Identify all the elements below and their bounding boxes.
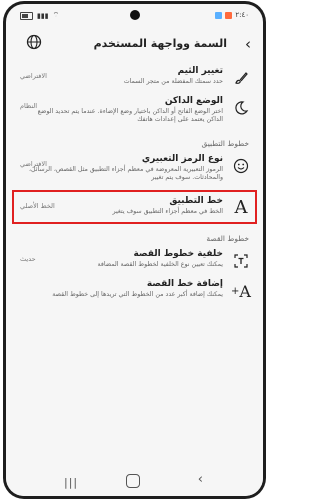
- setting-desc: يمكنك إضافة أكبر عدد من الخطوط التي تريد…: [52, 291, 223, 299]
- front-camera: [130, 10, 140, 20]
- status-bar: ▮▮▮ ⌔ ٢:٤٠: [6, 4, 263, 26]
- back-button[interactable]: ‹: [245, 35, 251, 53]
- moon-icon: [231, 98, 251, 118]
- setting-item-add-story-font[interactable]: A + إضافة خط القصة يمكنك إضافة أكبر عدد م…: [6, 275, 263, 305]
- emoji-icon: [231, 156, 251, 176]
- status-right: ٢:٤٠: [215, 11, 249, 19]
- status-time: ٢:٤٠: [235, 11, 249, 19]
- globe-icon[interactable]: [26, 34, 42, 54]
- add-font-icon: A +: [231, 281, 251, 301]
- home-button[interactable]: [126, 474, 140, 488]
- phone-screen: ▮▮▮ ⌔ ٢:٤٠ ‹ السمة وواجهة المستخدم تغيير…: [6, 4, 263, 496]
- setting-value: الافتراضي: [20, 72, 47, 80]
- status-left: ▮▮▮ ⌔: [20, 11, 59, 20]
- brush-icon: [231, 68, 251, 88]
- setting-value: الخط الأصلي: [20, 201, 55, 210]
- page-title: السمة وواجهة المستخدم: [93, 37, 227, 50]
- setting-item-dark-mode[interactable]: الوضع الداكن اختر الوضع الفاتح أو الداكن…: [6, 92, 263, 130]
- setting-item-theme[interactable]: تغيير الثيم حدد سمتك المفضلة من متجر الس…: [6, 62, 263, 92]
- setting-title: نوع الرمز التعبيري: [141, 153, 223, 164]
- font-icon: A: [234, 197, 248, 219]
- setting-value: حديث: [20, 255, 36, 264]
- notification-icon-2: [225, 11, 233, 19]
- setting-desc: الرموز التعبيرية المعروضة في معظم أجزاء …: [28, 165, 223, 181]
- setting-desc: الخط في معظم أجزاء التطبيق سوف يتغير: [112, 207, 223, 215]
- nav-back-button[interactable]: ‹: [198, 472, 203, 487]
- recent-apps-button[interactable]: |||: [64, 476, 78, 489]
- setting-item-app-font[interactable]: A خط التطبيق الخط في معظم أجزاء التطبيق …: [12, 189, 257, 225]
- text-box-icon: [231, 251, 251, 271]
- section-story-font: خطوط القصة: [206, 234, 249, 244]
- setting-title: تغيير الثيم: [177, 66, 223, 76]
- signal-icon: ▮▮▮: [37, 11, 49, 20]
- section-app-font: خطوط التطبيق: [201, 138, 249, 148]
- navigation-bar: ||| ‹: [6, 466, 263, 496]
- setting-value: النظام: [20, 102, 38, 111]
- setting-title: إضافة خط القصة: [146, 279, 223, 290]
- setting-value: الافتراضي: [20, 159, 47, 168]
- header: ‹ السمة وواجهة المستخدم: [6, 26, 263, 62]
- wifi-icon: ⌔: [52, 11, 60, 19]
- setting-desc: يمكنك تعيين نوع الخلفية لخطوط القصة المض…: [97, 261, 223, 269]
- notification-icon: [215, 11, 223, 19]
- setting-desc: حدد سمتك المفضلة من متجر السمات: [123, 78, 223, 85]
- setting-title: خط التطبيق: [169, 195, 223, 206]
- setting-item-story-font-bg[interactable]: خلفية خطوط القصة يمكنك تعيين نوع الخلفية…: [6, 245, 263, 275]
- setting-title: الوضع الداكن: [164, 96, 223, 107]
- setting-title: خلفية خطوط القصة: [133, 249, 223, 260]
- setting-desc: اختر الوضع الفاتح أو الداكن باختيار وضع …: [37, 108, 223, 124]
- battery-icon: [20, 11, 33, 20]
- setting-item-emoji[interactable]: نوع الرمز التعبيري الرموز التعبيرية المع…: [6, 150, 263, 188]
